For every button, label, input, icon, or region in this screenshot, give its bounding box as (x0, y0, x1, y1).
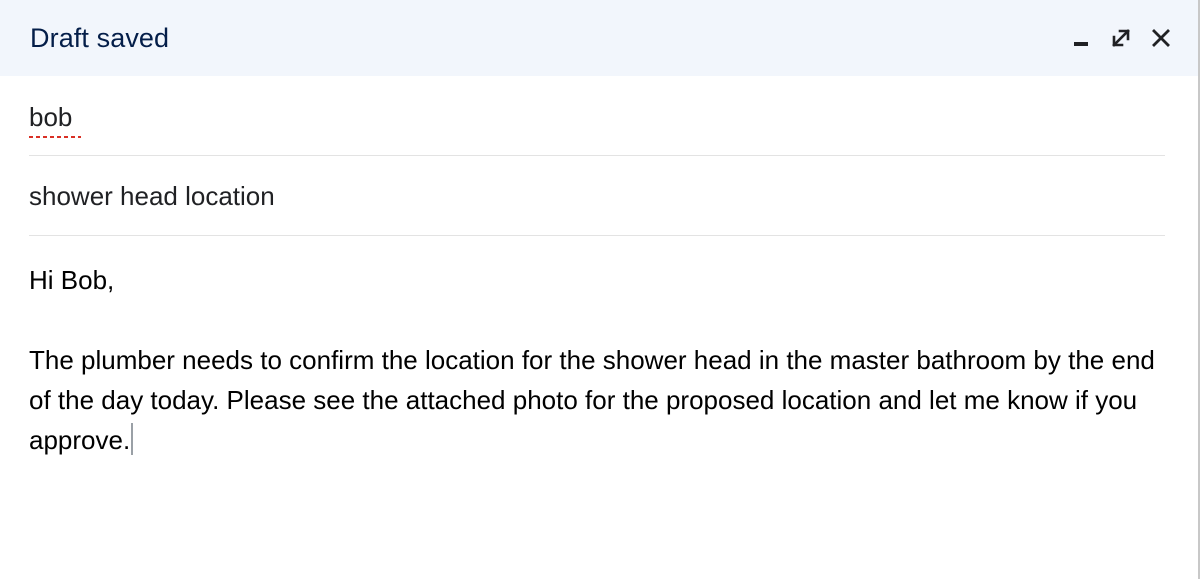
subject-input[interactable]: shower head location (29, 179, 275, 213)
spellcheck-underline (29, 136, 81, 138)
compose-header: Draft saved (0, 0, 1198, 76)
body-greeting: Hi Bob, (29, 265, 115, 295)
message-body[interactable]: Hi Bob, The plumber needs to confirm the… (29, 236, 1165, 460)
subject-field[interactable]: shower head location (29, 156, 1165, 236)
minimize-icon[interactable] (1068, 25, 1094, 51)
body-paragraph-text: The plumber needs to confirm the locatio… (29, 345, 1155, 455)
expand-icon[interactable] (1108, 25, 1134, 51)
body-paragraph: The plumber needs to confirm the locatio… (29, 340, 1165, 460)
recipients-field[interactable]: bob (29, 76, 1165, 156)
text-cursor (131, 423, 134, 455)
compose-title: Draft saved (30, 22, 170, 53)
close-icon[interactable] (1148, 25, 1174, 51)
compose-window: Draft saved bob shower head location Hi … (0, 0, 1200, 579)
window-controls (1068, 25, 1174, 51)
faded-content (29, 572, 1165, 579)
recipient-input[interactable]: bob (29, 100, 72, 134)
